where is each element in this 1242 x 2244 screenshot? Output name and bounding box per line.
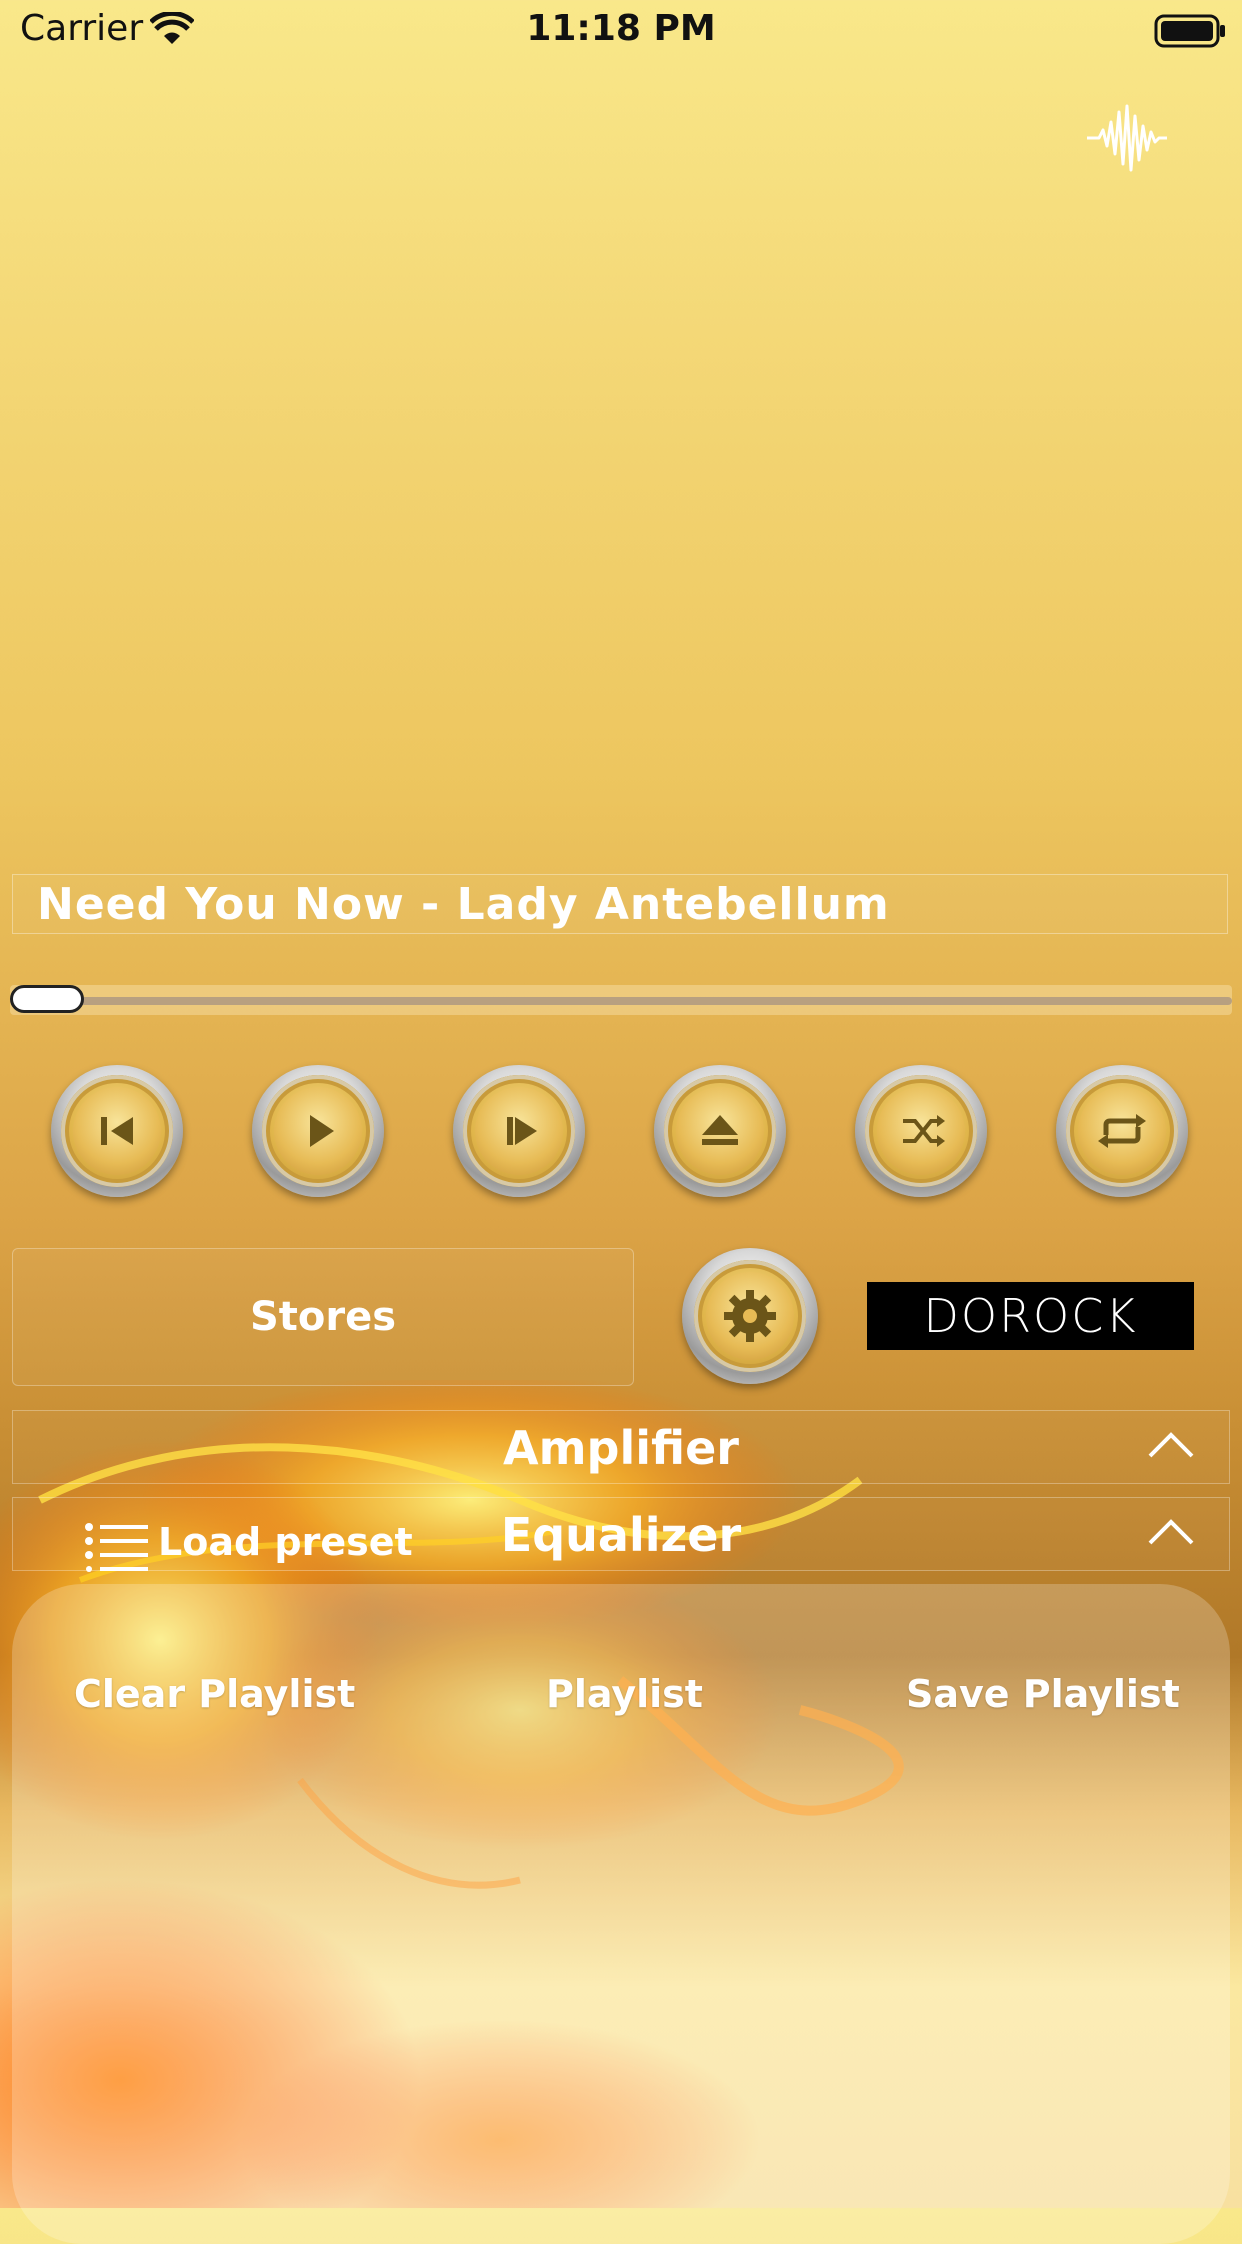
load-preset-label: Load preset [158, 1520, 413, 1564]
play-icon [310, 1115, 334, 1147]
repeat-button[interactable] [1056, 1065, 1188, 1197]
chevron-up-icon [1148, 1519, 1194, 1545]
list-icon [85, 1523, 148, 1572]
progress-thumb[interactable] [10, 985, 84, 1013]
settings-button[interactable] [682, 1248, 818, 1384]
brand-logo[interactable]: DOROCK [867, 1282, 1194, 1350]
next-button[interactable] [453, 1065, 585, 1197]
stores-button[interactable]: Stores [12, 1248, 634, 1386]
gear-icon [724, 1290, 776, 1342]
eject-icon [702, 1115, 738, 1145]
previous-button[interactable] [51, 1065, 183, 1197]
save-playlist-button[interactable]: Save Playlist [906, 1672, 1180, 1716]
play-button[interactable] [252, 1065, 384, 1197]
eject-button[interactable] [654, 1065, 786, 1197]
amplifier-section-header[interactable]: Amplifier [12, 1410, 1230, 1484]
skip-forward-icon [507, 1117, 537, 1145]
status-time: 11:18 PM [526, 8, 716, 49]
progress-line [80, 997, 1232, 1005]
waveform-icon[interactable] [1085, 102, 1169, 174]
track-title: Need You Now - Lady Antebellum [37, 879, 890, 930]
clear-playlist-button[interactable]: Clear Playlist [74, 1672, 355, 1716]
skip-back-icon [101, 1117, 133, 1145]
amplifier-label: Amplifier [503, 1421, 739, 1475]
track-title-box: Need You Now - Lady Antebellum [12, 874, 1228, 934]
repeat-icon [1098, 1114, 1146, 1148]
chevron-up-icon [1148, 1432, 1194, 1458]
progress-slider[interactable] [10, 985, 1232, 1015]
playlist-title: Playlist [546, 1672, 703, 1716]
shuffle-icon [903, 1115, 945, 1147]
shuffle-button[interactable] [855, 1065, 987, 1197]
status-bar: Carrier 11:18 PM [0, 0, 1242, 62]
battery-icon [1154, 14, 1225, 48]
